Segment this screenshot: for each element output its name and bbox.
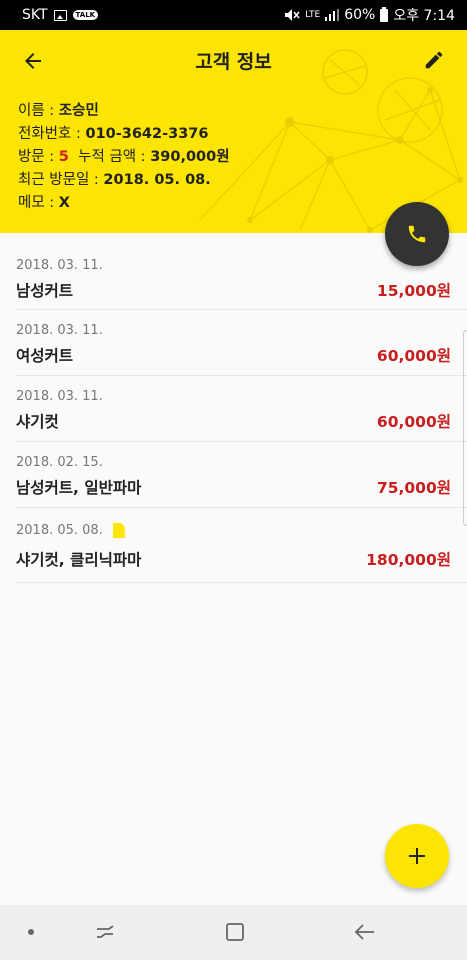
total-amount: 390,000원 bbox=[150, 149, 230, 165]
memo-line: 메모 : X bbox=[18, 192, 230, 215]
visit-price: 75,000원 bbox=[376, 479, 451, 497]
list-item[interactable]: 2018. 03. 11. 여성커트 60,000원 bbox=[16, 310, 467, 376]
visit-price: 180,000원 bbox=[366, 551, 451, 569]
note-icon bbox=[112, 523, 125, 538]
pencil-icon bbox=[425, 51, 443, 69]
visit-date: 2018. 03. 11. bbox=[16, 258, 103, 273]
back-nav-button[interactable] bbox=[350, 919, 380, 945]
customer-name: 조승민 bbox=[58, 103, 99, 119]
call-button[interactable] bbox=[385, 202, 449, 266]
visit-price: 60,000원 bbox=[376, 413, 451, 431]
phone-line: 전화번호 : 010-3642-3376 bbox=[18, 123, 230, 146]
mute-icon bbox=[285, 9, 300, 21]
visit-service: 남성커트, 일반파마 bbox=[16, 479, 142, 497]
visit-service: 남성커트 bbox=[16, 282, 74, 300]
network-label: LTE bbox=[305, 10, 321, 20]
recent-apps-button[interactable] bbox=[90, 919, 120, 945]
status-bar: SKT TALK LTE 60% 오후 7:14 bbox=[0, 0, 467, 30]
visit-date: 2018. 03. 11. bbox=[16, 323, 103, 338]
visit-service: 샤기컷, 클리닉파마 bbox=[16, 551, 142, 569]
last-visit-label: 최근 방문일 : bbox=[18, 172, 104, 188]
recent-apps-icon bbox=[97, 925, 114, 938]
name-label: 이름 : bbox=[18, 103, 59, 119]
name-line: 이름 : 조승민 bbox=[18, 100, 230, 123]
system-nav-bar bbox=[0, 905, 467, 960]
visits-line: 방문 : 5 누적 금액 : 390,000원 bbox=[18, 146, 230, 169]
list-item[interactable]: 2018. 02. 15. 남성커트, 일반파마 75,000원 bbox=[16, 442, 467, 508]
battery-percent: 60% bbox=[344, 7, 376, 23]
visit-price: 15,000원 bbox=[376, 282, 451, 300]
visit-price: 60,000원 bbox=[376, 347, 451, 365]
nav-dot-indicator bbox=[28, 929, 34, 935]
last-visit-line: 최근 방문일 : 2018. 05. 08. bbox=[18, 169, 230, 192]
talk-icon: TALK bbox=[72, 10, 99, 20]
home-icon bbox=[226, 923, 244, 941]
phone-label: 전화번호 : bbox=[18, 126, 86, 142]
plus-icon bbox=[409, 848, 425, 864]
total-label: 누적 금액 : bbox=[78, 149, 151, 165]
customer-info: 이름 : 조승민 전화번호 : 010-3642-3376 방문 : 5 누적 … bbox=[18, 100, 230, 215]
memo-label: 메모 : bbox=[18, 195, 59, 211]
edge-panel-handle[interactable] bbox=[463, 330, 467, 526]
visit-service: 여성커트 bbox=[16, 347, 74, 365]
visit-date: 2018. 05. 08. bbox=[16, 523, 103, 538]
customer-phone: 010-3642-3376 bbox=[85, 126, 209, 142]
customer-header: 고객 정보 이름 : 조승민 전화번호 : 010-3642-3376 방문 :… bbox=[0, 30, 467, 233]
list-item[interactable]: 2018. 03. 11. 샤기컷 60,000원 bbox=[16, 376, 467, 442]
memo-value: X bbox=[58, 195, 70, 211]
visit-list: 2018. 03. 11. 남성커트 15,000원 2018. 03. 11.… bbox=[0, 233, 467, 583]
visit-service: 샤기컷 bbox=[16, 413, 59, 431]
carrier-label: SKT bbox=[22, 7, 48, 23]
clock: 오후 7:14 bbox=[393, 8, 455, 24]
home-button[interactable] bbox=[220, 919, 250, 945]
visit-date: 2018. 03. 11. bbox=[16, 389, 103, 404]
page-title: 고객 정보 bbox=[195, 51, 272, 73]
visit-date: 2018. 02. 15. bbox=[16, 455, 103, 470]
add-visit-button[interactable] bbox=[385, 824, 449, 888]
battery-icon bbox=[380, 6, 389, 22]
gallery-icon bbox=[53, 9, 67, 21]
back-nav-icon bbox=[354, 924, 374, 940]
list-item[interactable]: 2018. 05. 08. 샤기컷, 클리닉파마 180,000원 bbox=[16, 508, 467, 583]
phone-icon bbox=[408, 225, 426, 243]
visit-date-wrapper: 2018. 05. 08. bbox=[16, 523, 125, 538]
visits-label: 방문 : bbox=[18, 149, 59, 165]
edit-button[interactable] bbox=[419, 45, 449, 75]
signal-icon bbox=[325, 9, 340, 21]
visit-count: 5 bbox=[58, 149, 69, 165]
last-visit-date: 2018. 05. 08. bbox=[103, 172, 211, 188]
